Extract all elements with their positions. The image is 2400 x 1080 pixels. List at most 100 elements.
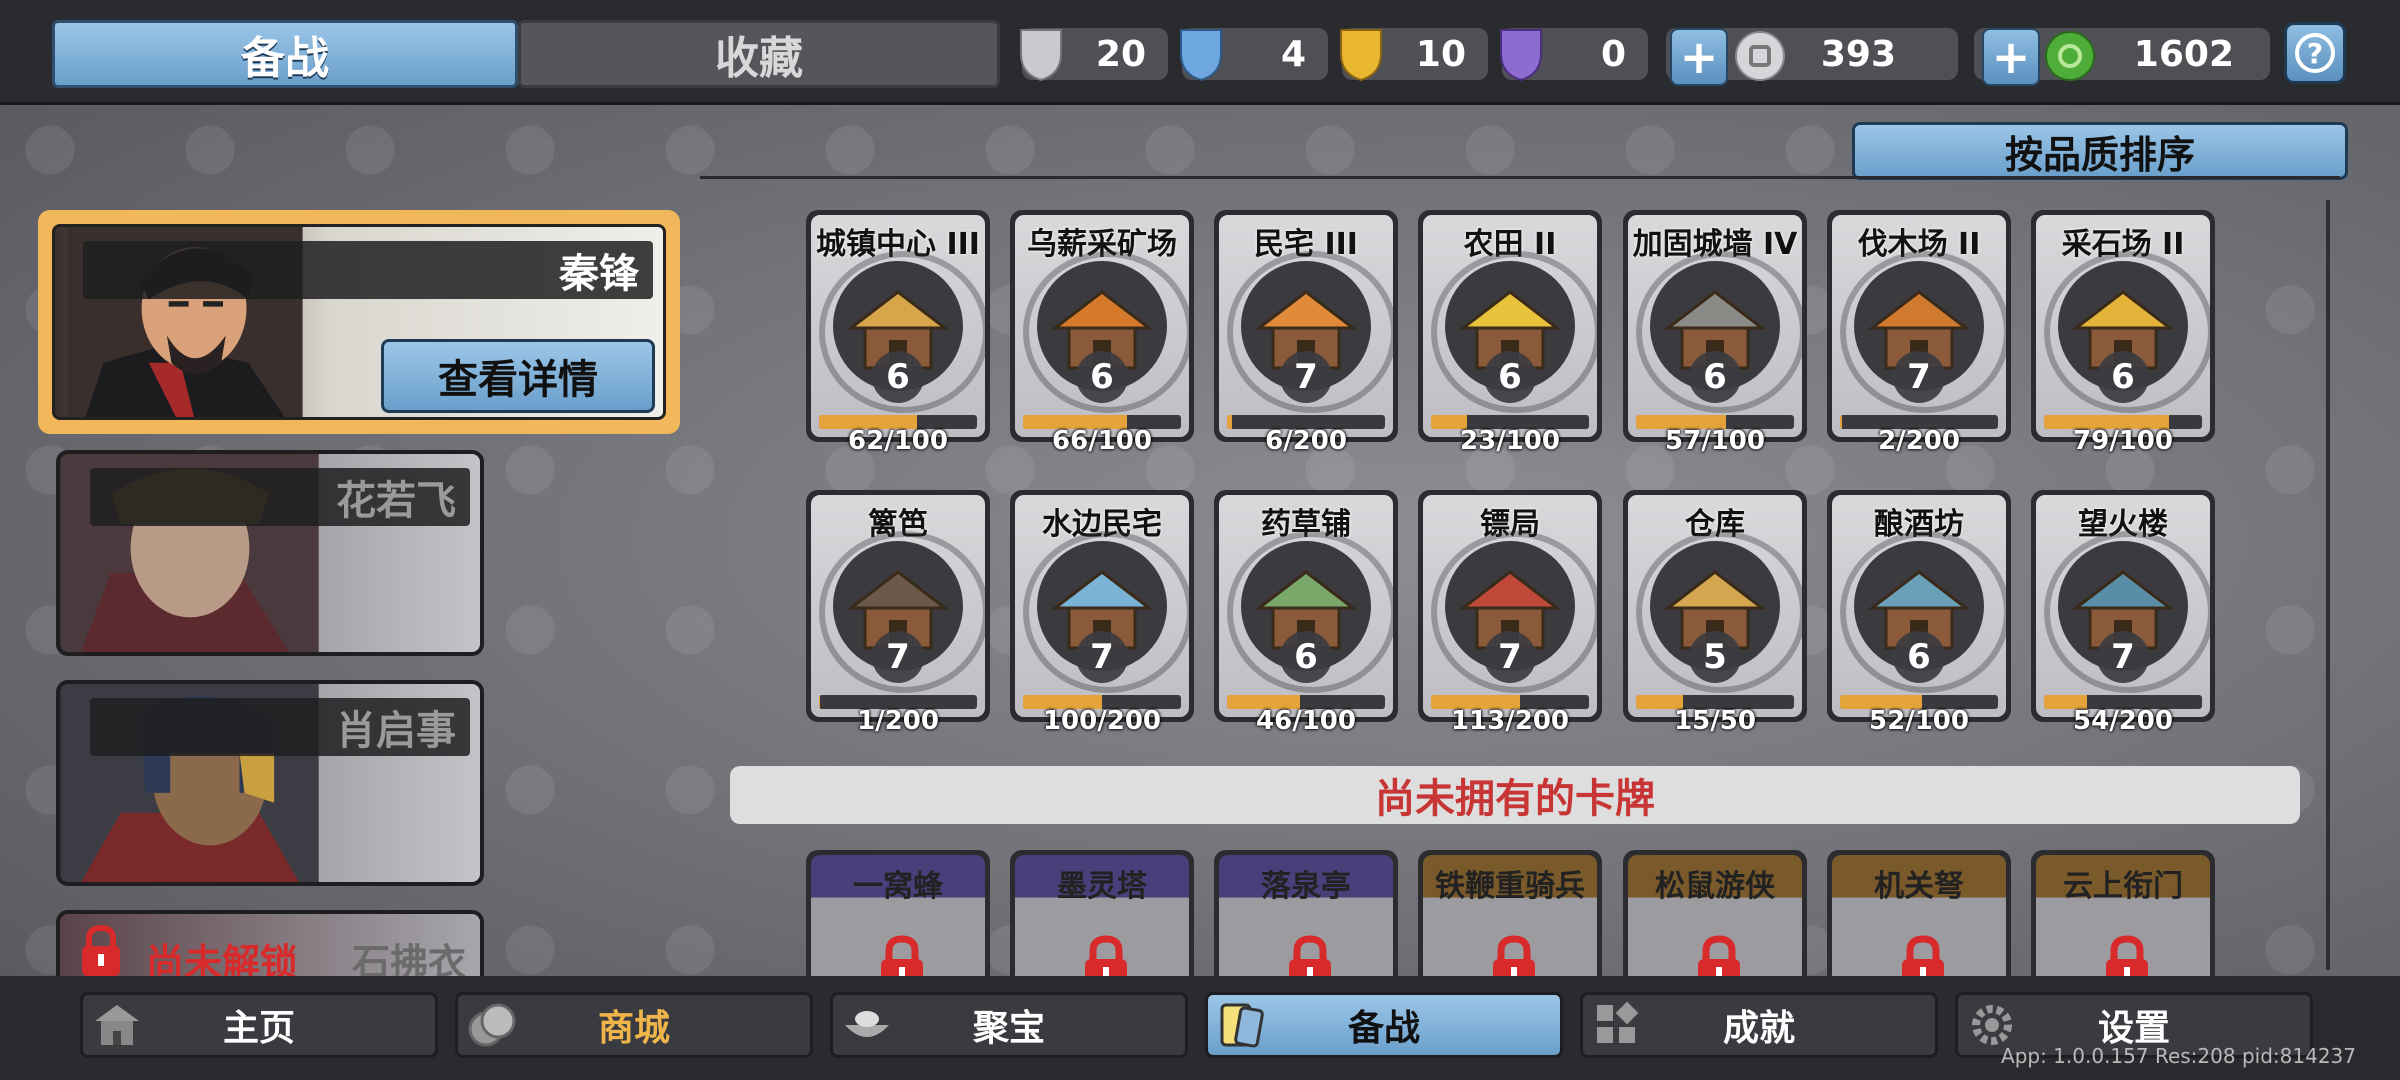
card-face: 民宅 III 7 <box>1219 215 1393 437</box>
blue-shield-icon <box>1180 29 1222 82</box>
lock-icon <box>82 924 120 976</box>
nav-label: 聚宝 <box>972 1008 1045 1049</box>
locked-card[interactable]: 机关弩 <box>1827 850 2011 980</box>
lock-icon <box>1493 935 1535 980</box>
card-progress: 23/100 <box>1460 426 1560 456</box>
hero-name: 花若飞 <box>90 468 470 526</box>
hero-name: 肖启事 <box>90 698 470 756</box>
card-face: 篱笆 7 <box>811 495 985 717</box>
cards-scrollbar[interactable] <box>2326 200 2330 970</box>
building-card[interactable]: 篱笆 7 1/200 <box>806 490 990 736</box>
card-title: 落泉亭 <box>1261 869 1351 904</box>
tab-prepare[interactable]: 备战 <box>52 20 518 88</box>
locked-card[interactable]: 落泉亭 <box>1214 850 1398 980</box>
building-card[interactable]: 药草铺 6 46/100 <box>1214 490 1398 736</box>
shop-coins-icon <box>468 1003 516 1047</box>
add-silver-button[interactable]: + <box>1670 28 1728 86</box>
hero-card[interactable]: 肖启事 <box>56 680 484 886</box>
card-face: 城镇中心 III 6 <box>811 215 985 437</box>
card-face: 一窝蜂 <box>811 855 985 980</box>
card-progress: 57/100 <box>1665 426 1765 456</box>
card-progress: 52/100 <box>1869 706 1969 736</box>
nav-achievements[interactable]: 成就 <box>1580 992 1938 1058</box>
add-jade-button[interactable]: + <box>1982 28 2040 86</box>
building-card[interactable]: 镖局 7 113/200 <box>1418 490 1602 736</box>
card-progress: 62/100 <box>848 426 948 456</box>
nav-label: 主页 <box>222 1008 295 1049</box>
hero-card-selected[interactable]: 秦锋 查看详情 <box>38 210 680 434</box>
card-progress: 113/200 <box>1450 706 1570 736</box>
home-icon <box>95 1005 139 1045</box>
card-face: 药草铺 6 <box>1219 495 1393 717</box>
card-face: 酿酒坊 6 <box>1832 495 2006 717</box>
silver-coin-icon <box>1735 31 1785 81</box>
building-card[interactable]: 民宅 III 7 6/200 <box>1214 210 1398 456</box>
nav-treasure[interactable]: 聚宝 <box>830 992 1188 1058</box>
sort-by-quality-button[interactable]: 按品质排序 <box>1852 122 2348 180</box>
building-card[interactable]: 仓库 5 15/50 <box>1623 490 1807 736</box>
card-face: 农田 II 6 <box>1423 215 1597 437</box>
card-face: 云上衔门 <box>2036 855 2210 980</box>
resource-value: 10 <box>1415 33 1466 75</box>
card-level: 6 <box>2097 351 2149 403</box>
building-card[interactable]: 水边民宅 7 100/200 <box>1010 490 1194 736</box>
card-level: 6 <box>1689 351 1741 403</box>
locked-card[interactable]: 云上衔门 <box>2031 850 2215 980</box>
card-face: 伐木场 II 7 <box>1832 215 2006 437</box>
resource-gold-shield: 10 <box>1340 28 1488 82</box>
building-card[interactable]: 采石场 II 6 79/100 <box>2031 210 2215 456</box>
locked-card[interactable]: 一窝蜂 <box>806 850 990 980</box>
purple-shield-icon <box>1500 29 1542 82</box>
card-level: 7 <box>1484 631 1536 683</box>
building-card[interactable]: 酿酒坊 6 52/100 <box>1827 490 2011 736</box>
building-card[interactable]: 加固城墙 IV 6 57/100 <box>1623 210 1807 456</box>
help-button[interactable]: ? <box>2284 22 2346 84</box>
card-face: 墨灵塔 <box>1015 855 1189 980</box>
lock-icon <box>881 935 923 980</box>
card-level: 6 <box>1280 631 1332 683</box>
nav-label: 成就 <box>1722 1008 1795 1049</box>
card-title: 铁鞭重骑兵 <box>1435 869 1585 904</box>
card-level: 5 <box>1689 631 1741 683</box>
resource-value: 20 <box>1095 33 1146 75</box>
card-title: 机关弩 <box>1874 869 1964 904</box>
locked-card[interactable]: 铁鞭重骑兵 <box>1418 850 1602 980</box>
building-card[interactable]: 农田 II 6 23/100 <box>1418 210 1602 456</box>
achievement-grid-icon <box>1597 1001 1639 1043</box>
card-title: 墨灵塔 <box>1057 869 1147 904</box>
building-card[interactable]: 乌薪采矿场 6 66/100 <box>1010 210 1194 456</box>
locked-card[interactable]: 墨灵塔 <box>1010 850 1194 980</box>
lock-icon <box>1289 935 1331 980</box>
hero-name: 秦锋 <box>83 241 653 299</box>
nav-prepare[interactable]: 备战 <box>1205 992 1563 1058</box>
tab-collection[interactable]: 收藏 <box>518 20 1000 88</box>
nav-label: 商城 <box>597 1008 670 1049</box>
card-progress: 46/100 <box>1256 706 1356 736</box>
nav-label: 备战 <box>1347 1008 1420 1049</box>
top-bar: 备战 收藏 20 4 10 0 393 + 1602 + ? <box>0 0 2400 105</box>
nav-shop[interactable]: 商城 <box>455 992 813 1058</box>
treasure-bowl-icon <box>845 1011 889 1037</box>
building-card[interactable]: 伐木场 II 7 2/200 <box>1827 210 2011 456</box>
building-card[interactable]: 城镇中心 III 6 62/100 <box>806 210 990 456</box>
card-level: 7 <box>1893 351 1945 403</box>
card-face: 机关弩 <box>1832 855 2006 980</box>
card-level: 6 <box>872 351 924 403</box>
gold-shield-icon <box>1340 29 1382 82</box>
jade-coin-icon <box>2045 31 2095 81</box>
hero-card[interactable]: 花若飞 <box>56 450 484 656</box>
nav-home[interactable]: 主页 <box>80 992 438 1058</box>
view-details-button[interactable]: 查看详情 <box>381 339 655 413</box>
lock-icon <box>1902 935 1944 980</box>
card-level: 6 <box>1076 351 1128 403</box>
card-face: 乌薪采矿场 6 <box>1015 215 1189 437</box>
locked-card[interactable]: 松鼠游侠 <box>1623 850 1807 980</box>
card-progress: 1/200 <box>857 706 939 736</box>
card-face: 镖局 7 <box>1423 495 1597 717</box>
card-level: 7 <box>1076 631 1128 683</box>
card-progress: 54/200 <box>2073 706 2173 736</box>
lock-icon <box>2106 935 2148 980</box>
building-card[interactable]: 望火楼 7 54/200 <box>2031 490 2215 736</box>
question-icon: ? <box>2295 33 2335 73</box>
card-face: 松鼠游侠 <box>1628 855 1802 980</box>
